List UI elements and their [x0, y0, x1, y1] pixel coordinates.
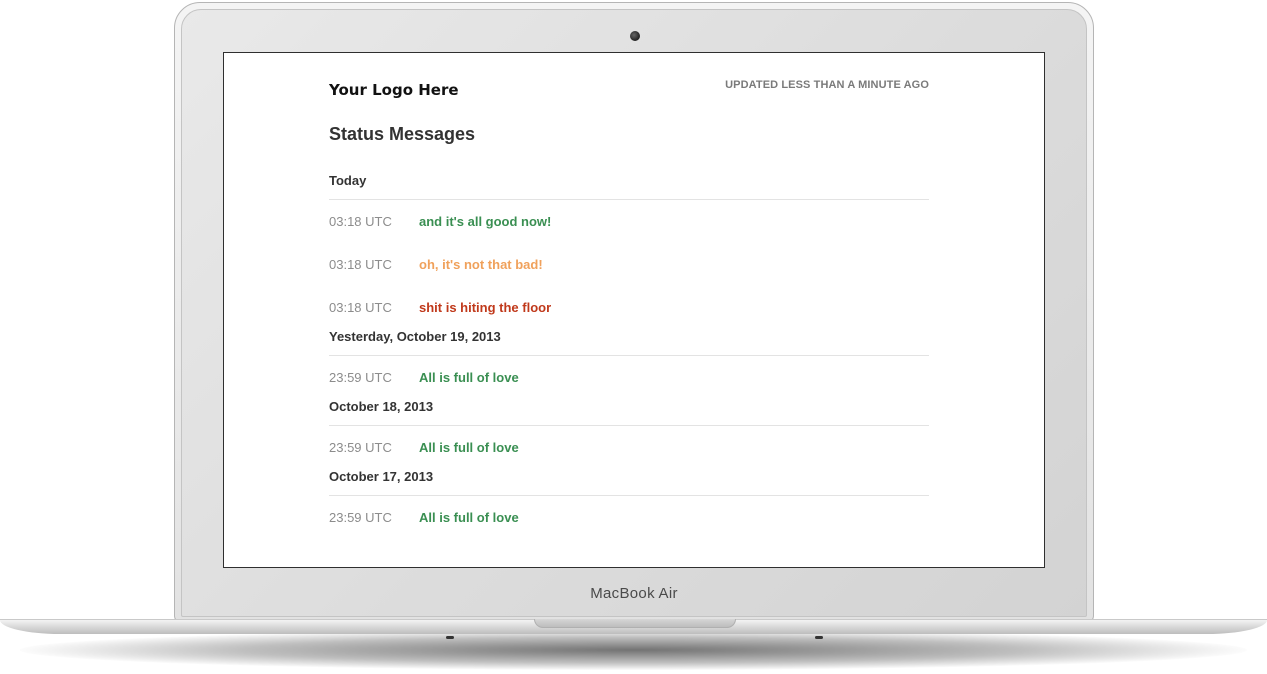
- message-time: 03:18 UTC: [329, 214, 392, 229]
- day-heading: Today: [329, 173, 929, 200]
- status-message: 03:18 UTC and it's all good now!: [329, 200, 929, 243]
- day-group: Yesterday, October 19, 2013 23:59 UTC Al…: [329, 329, 929, 399]
- device-brand: MacBook Air: [590, 585, 678, 602]
- message-time: 23:59 UTC: [329, 440, 392, 455]
- message-time: 23:59 UTC: [329, 370, 392, 385]
- message-time: 03:18 UTC: [329, 257, 392, 272]
- status-message: 03:18 UTC oh, it's not that bad!: [329, 243, 929, 286]
- day-group: October 17, 2013 23:59 UTC All is full o…: [329, 469, 929, 539]
- day-group: Today 03:18 UTC and it's all good now! 0…: [329, 173, 929, 329]
- message-time: 23:59 UTC: [329, 510, 392, 525]
- message-text: and it's all good now!: [419, 214, 552, 229]
- message-text: All is full of love: [419, 510, 519, 525]
- message-text: All is full of love: [419, 370, 519, 385]
- status-message: 23:59 UTC All is full of love: [329, 426, 929, 469]
- last-updated: UPDATED LESS THAN A MINUTE AGO: [725, 79, 929, 91]
- screen: Your Logo Here UPDATED LESS THAN A MINUT…: [223, 52, 1045, 568]
- page-title: Status Messages: [329, 124, 476, 144]
- status-days: Today 03:18 UTC and it's all good now! 0…: [329, 173, 929, 539]
- status-message: 23:59 UTC All is full of love: [329, 356, 929, 399]
- laptop-foot-right: [815, 636, 823, 639]
- site-logo[interactable]: Your Logo Here: [329, 81, 459, 99]
- message-text: shit is hiting the floor: [419, 300, 552, 315]
- day-heading: October 18, 2013: [329, 399, 929, 426]
- status-message: 23:59 UTC All is full of love: [329, 496, 929, 539]
- day-group: October 18, 2013 23:59 UTC All is full o…: [329, 399, 929, 469]
- camera-icon: [630, 31, 640, 41]
- message-time: 03:18 UTC: [329, 300, 392, 315]
- laptop-foot-left: [446, 636, 454, 639]
- laptop-shadow: [20, 630, 1247, 670]
- status-message: 03:18 UTC shit is hiting the floor: [329, 286, 929, 329]
- message-text: oh, it's not that bad!: [419, 257, 543, 272]
- message-text: All is full of love: [419, 440, 519, 455]
- day-heading: Yesterday, October 19, 2013: [329, 329, 929, 356]
- day-heading: October 17, 2013: [329, 469, 929, 496]
- lid-opening-notch: [534, 619, 736, 628]
